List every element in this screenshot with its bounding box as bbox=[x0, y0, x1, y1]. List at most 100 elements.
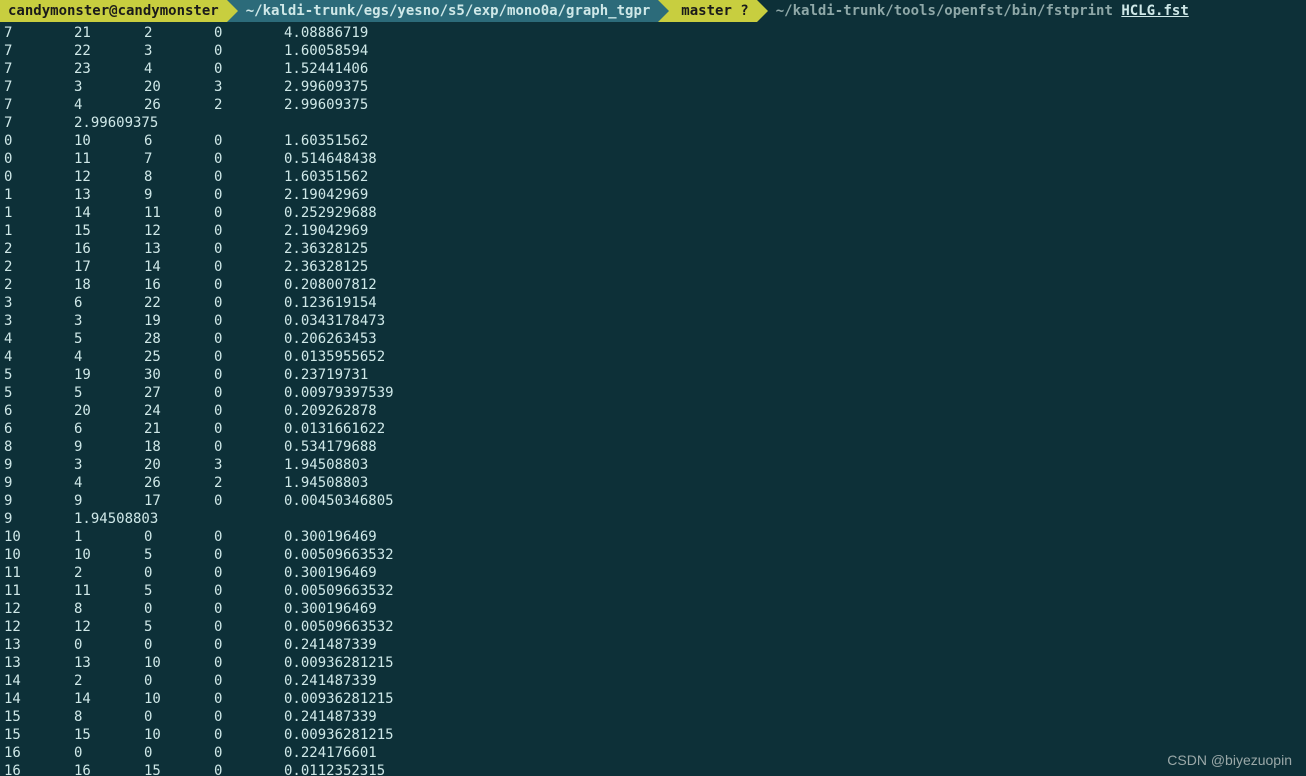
output-cell: 0.123619154 bbox=[284, 294, 377, 312]
output-cell: 0.300196469 bbox=[284, 564, 377, 582]
output-row: 158000.241487339 bbox=[4, 708, 1302, 726]
output-cell: 2.99609375 bbox=[74, 114, 144, 132]
command-input[interactable]: ~/kaldi-trunk/tools/openfst/bin/fstprint… bbox=[768, 0, 1306, 22]
output-cell: 0 bbox=[214, 582, 284, 600]
output-cell: 0.00450346805 bbox=[284, 492, 394, 510]
prompt-user: candymonster@candymonster bbox=[0, 0, 227, 22]
output-row: 2171402.36328125 bbox=[4, 258, 1302, 276]
output-cell: 22 bbox=[144, 294, 214, 312]
command-text: ~/kaldi-trunk/tools/openfst/bin/fstprint bbox=[776, 3, 1113, 19]
output-row: 1151202.19042969 bbox=[4, 222, 1302, 240]
output-cell: 0 bbox=[214, 330, 284, 348]
output-row: 16161500.0112352315 bbox=[4, 762, 1302, 776]
output-cell: 5 bbox=[4, 384, 74, 402]
output-cell: 15 bbox=[144, 762, 214, 776]
output-cell: 0 bbox=[214, 168, 284, 186]
output-cell: 0 bbox=[4, 150, 74, 168]
output-cell: 0 bbox=[74, 744, 144, 762]
output-cell: 9 bbox=[74, 492, 144, 510]
prompt-bar[interactable]: candymonster@candymonster ~/kaldi-trunk/… bbox=[0, 0, 1306, 22]
output-row: 2161302.36328125 bbox=[4, 240, 1302, 258]
output-cell: 2 bbox=[74, 672, 144, 690]
output-cell: 6 bbox=[74, 420, 144, 438]
output-cell: 7 bbox=[4, 114, 74, 132]
output-cell: 4.08886719 bbox=[284, 24, 368, 42]
output-cell: 0 bbox=[214, 690, 284, 708]
command-arg-file: HCLG.fst bbox=[1121, 3, 1188, 19]
output-cell: 0 bbox=[144, 672, 214, 690]
output-cell: 1 bbox=[74, 528, 144, 546]
output-cell: 1.52441406 bbox=[284, 60, 368, 78]
output-cell: 0 bbox=[214, 348, 284, 366]
output-cell: 0.241487339 bbox=[284, 636, 377, 654]
output-cell: 16 bbox=[74, 762, 144, 776]
output-cell: 3 bbox=[4, 294, 74, 312]
output-cell: 2 bbox=[144, 24, 214, 42]
output-cell: 14 bbox=[144, 258, 214, 276]
output-row: 2181600.208007812 bbox=[4, 276, 1302, 294]
output-cell: 0 bbox=[214, 294, 284, 312]
output-cell: 0 bbox=[214, 600, 284, 618]
output-cell: 12 bbox=[74, 168, 144, 186]
output-cell: 9 bbox=[4, 510, 74, 528]
output-row: 011700.514648438 bbox=[4, 150, 1302, 168]
output-cell: 10 bbox=[144, 690, 214, 708]
output-row: 942621.94508803 bbox=[4, 474, 1302, 492]
output-cell: 7 bbox=[4, 60, 74, 78]
output-cell: 12 bbox=[4, 618, 74, 636]
output-row: 1111500.00509663532 bbox=[4, 582, 1302, 600]
output-cell: 0.241487339 bbox=[284, 672, 377, 690]
output-row: 442500.0135955652 bbox=[4, 348, 1302, 366]
output-cell: 3 bbox=[4, 312, 74, 330]
output-cell: 0.224176601 bbox=[284, 744, 377, 762]
output-cell: 0 bbox=[214, 708, 284, 726]
output-row: 160000.224176601 bbox=[4, 744, 1302, 762]
output-cell: 13 bbox=[74, 654, 144, 672]
output-cell: 14 bbox=[4, 690, 74, 708]
output-cell: 6 bbox=[74, 294, 144, 312]
output-cell: 0.300196469 bbox=[284, 528, 377, 546]
git-branch-segment: master ? bbox=[669, 0, 756, 22]
output-cell: 4 bbox=[74, 96, 144, 114]
output-cell: 0 bbox=[214, 438, 284, 456]
output-cell: 26 bbox=[144, 474, 214, 492]
output-cell: 11 bbox=[74, 582, 144, 600]
output-cell: 15 bbox=[4, 708, 74, 726]
watermark-text: CSDN @biyezuopin bbox=[1167, 752, 1292, 768]
output-cell: 11 bbox=[4, 564, 74, 582]
output-cell: 0 bbox=[214, 492, 284, 510]
output-cell: 5 bbox=[144, 546, 214, 564]
output-cell: 0 bbox=[214, 762, 284, 776]
output-cell: 0 bbox=[144, 636, 214, 654]
output-cell: 26 bbox=[144, 96, 214, 114]
output-row: 010601.60351562 bbox=[4, 132, 1302, 150]
output-cell: 0.241487339 bbox=[284, 708, 377, 726]
output-cell: 0 bbox=[214, 150, 284, 168]
output-row: 723401.52441406 bbox=[4, 60, 1302, 78]
output-cell: 0 bbox=[214, 132, 284, 150]
output-cell: 6 bbox=[144, 132, 214, 150]
output-cell: 0 bbox=[4, 132, 74, 150]
output-cell: 19 bbox=[144, 312, 214, 330]
output-cell: 1.94508803 bbox=[74, 510, 144, 528]
output-cell: 1.60351562 bbox=[284, 168, 368, 186]
output-cell: 0.00509663532 bbox=[284, 618, 394, 636]
output-cell: 0 bbox=[214, 276, 284, 294]
output-row: 14141000.00936281215 bbox=[4, 690, 1302, 708]
output-row: 91.94508803 bbox=[4, 510, 1302, 528]
output-row: 1212500.00509663532 bbox=[4, 618, 1302, 636]
output-cell: 20 bbox=[144, 78, 214, 96]
output-cell: 13 bbox=[74, 186, 144, 204]
output-cell: 4 bbox=[4, 348, 74, 366]
output-row: 932031.94508803 bbox=[4, 456, 1302, 474]
output-cell: 10 bbox=[144, 726, 214, 744]
output-cell: 8 bbox=[74, 600, 144, 618]
terminal-output[interactable]: 721204.08886719722301.60058594723401.524… bbox=[0, 22, 1306, 776]
output-cell: 3 bbox=[74, 312, 144, 330]
output-cell: 1 bbox=[4, 186, 74, 204]
output-cell: 7 bbox=[4, 96, 74, 114]
output-cell: 4 bbox=[74, 474, 144, 492]
output-cell: 0 bbox=[144, 528, 214, 546]
output-cell: 2 bbox=[4, 258, 74, 276]
output-cell: 16 bbox=[144, 276, 214, 294]
